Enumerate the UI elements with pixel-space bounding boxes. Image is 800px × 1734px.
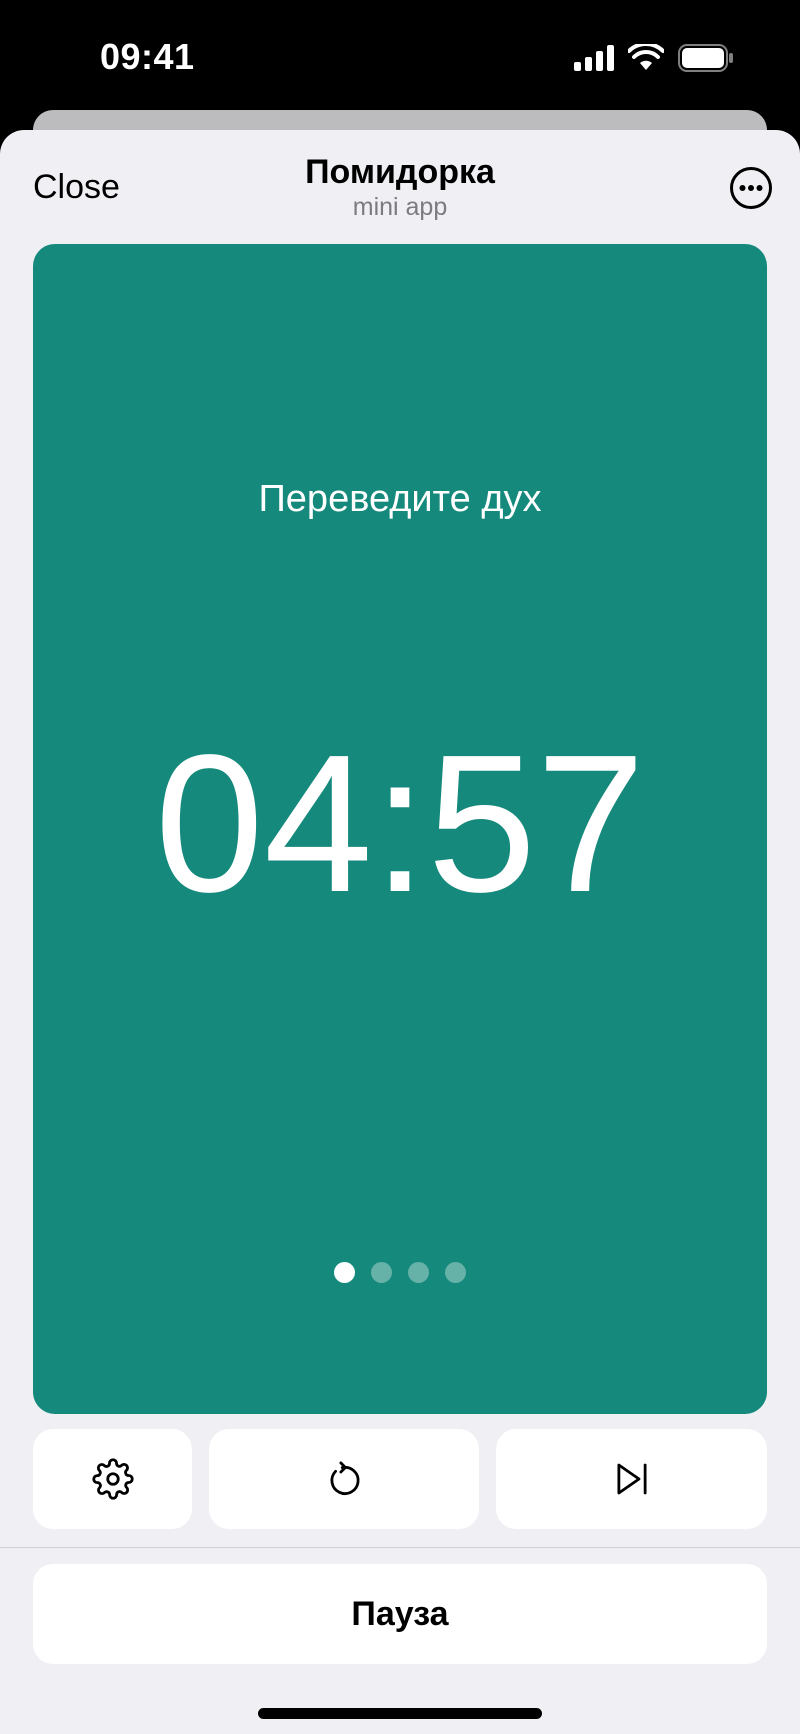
home-indicator xyxy=(258,1708,542,1719)
settings-button[interactable] xyxy=(33,1429,192,1529)
status-time: 09:41 xyxy=(100,36,195,77)
session-dot-2 xyxy=(371,1262,392,1283)
session-dot-3 xyxy=(408,1262,429,1283)
timer-countdown: 04:57 xyxy=(154,714,646,933)
session-dot-4 xyxy=(445,1262,466,1283)
header-title-group: Помидорка mini app xyxy=(200,152,600,222)
more-circle-icon xyxy=(730,167,772,209)
skip-button[interactable] xyxy=(496,1429,767,1529)
app-subtitle: mini app xyxy=(352,193,448,221)
session-dot-1 xyxy=(334,1262,355,1283)
close-button[interactable]: Close xyxy=(33,168,120,207)
skip-forward-icon xyxy=(616,1463,647,1495)
status-icons xyxy=(574,44,734,72)
phase-label: Переведите дух xyxy=(258,478,542,520)
battery-icon xyxy=(678,44,733,72)
wifi-icon xyxy=(628,44,664,70)
footer-divider xyxy=(0,1547,800,1548)
app-title: Помидорка xyxy=(305,153,495,191)
gear-icon xyxy=(91,1458,134,1500)
mini-app-sheet: Close Помидорка mini app Переведите дух … xyxy=(0,130,800,1734)
status-bar: 09:41 xyxy=(0,0,800,110)
session-dots xyxy=(33,1262,767,1283)
cellular-signal-icon xyxy=(574,45,614,71)
restart-icon xyxy=(330,1461,360,1495)
pause-button[interactable]: Пауза xyxy=(33,1564,767,1664)
reset-button[interactable] xyxy=(209,1429,479,1529)
timer-card[interactable]: Переведите дух 04:57 xyxy=(33,244,767,1414)
more-button[interactable] xyxy=(729,166,773,210)
